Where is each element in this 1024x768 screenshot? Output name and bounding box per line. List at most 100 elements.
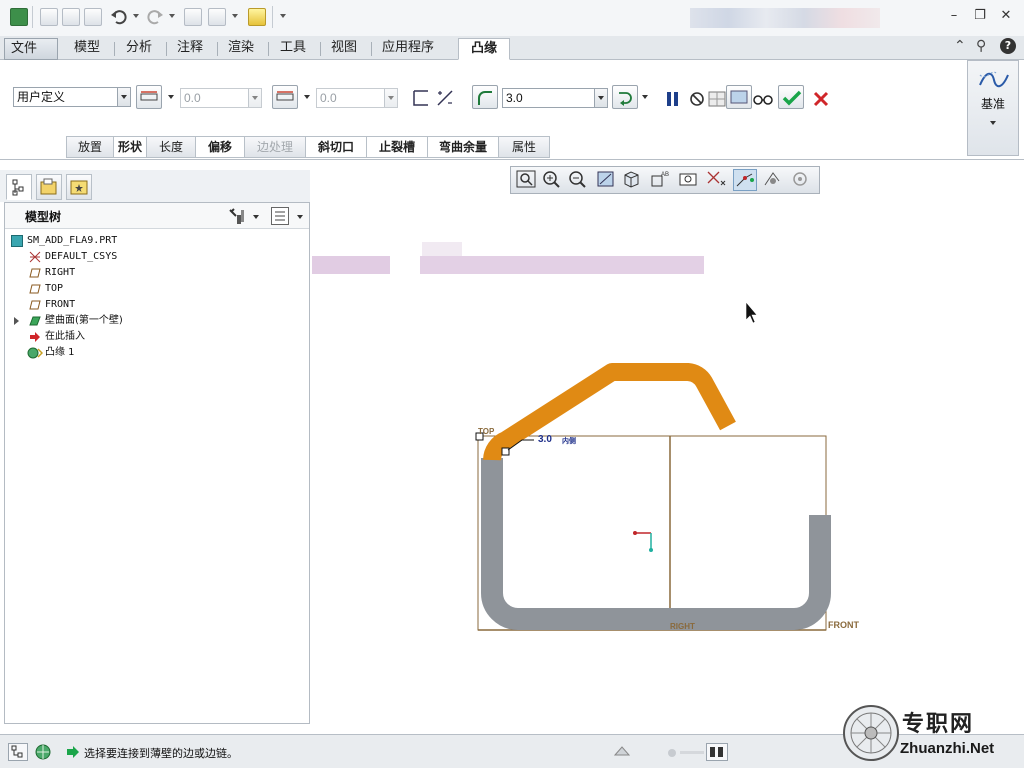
zoom-in-icon[interactable]: [541, 169, 565, 191]
graphics-area[interactable]: TOP RIGHT FRONT 3.0 内侧: [312, 160, 1024, 734]
tab-applications[interactable]: 应用程序: [376, 38, 440, 60]
glasses-preview-icon[interactable]: [752, 88, 774, 110]
close-window-icon[interactable]: [248, 8, 266, 26]
redo-dropdown[interactable]: [169, 14, 175, 18]
help-icon[interactable]: ?: [1000, 38, 1016, 54]
datum-button[interactable]: 基准: [967, 60, 1019, 156]
datum-dropdown[interactable]: [990, 121, 996, 125]
length-end1-input[interactable]: 0.0: [180, 88, 262, 108]
repaint-icon[interactable]: [595, 169, 619, 191]
restore-icon[interactable]: ❐: [970, 6, 990, 26]
preview-mesh-icon[interactable]: [706, 88, 728, 110]
drag-handle[interactable]: [501, 447, 510, 456]
tree-node-label: 壁曲面(第一个壁): [45, 315, 123, 326]
tab-file[interactable]: 文件: [4, 38, 58, 60]
csys-x-end: [633, 531, 637, 535]
show-navigator-icon[interactable]: [8, 743, 28, 761]
tab-view[interactable]: 视图: [325, 38, 363, 60]
regenerate-icon[interactable]: [184, 8, 202, 26]
datum-display-icon[interactable]: [705, 169, 729, 191]
bend-radius-input[interactable]: 3.0: [502, 88, 608, 108]
pause-icon[interactable]: [662, 88, 684, 110]
cancel-x-button[interactable]: [810, 88, 832, 110]
existing-wall-geometry[interactable]: [481, 458, 831, 630]
close-icon[interactable]: ✕: [996, 6, 1016, 26]
length-end2-input[interactable]: 0.0: [316, 88, 398, 108]
tree-settings-icon[interactable]: [227, 207, 247, 225]
tab-analysis[interactable]: 分析: [120, 38, 158, 60]
windows-dropdown[interactable]: [232, 14, 238, 18]
subtab-shape[interactable]: 形状: [113, 136, 147, 158]
tab-tools[interactable]: 工具: [274, 38, 312, 60]
ok-check-button[interactable]: [778, 85, 804, 109]
wall-feature-icon: [29, 316, 41, 326]
undo-icon[interactable]: [110, 8, 128, 26]
model-tree-tab[interactable]: [6, 174, 32, 200]
expand-arrow-icon[interactable]: [14, 317, 19, 325]
radius-side-dropdown[interactable]: [642, 95, 648, 99]
windows-icon[interactable]: [208, 8, 226, 26]
tree-show-icon[interactable]: [271, 207, 289, 225]
blurred-overlay-text: [420, 256, 704, 274]
subtab-placement[interactable]: 放置: [66, 136, 114, 158]
length-end2-type-icon[interactable]: [272, 85, 298, 109]
annotation-display-icon[interactable]: [761, 169, 785, 191]
bend-radius-dimension[interactable]: 3.0: [538, 434, 552, 445]
graphics-toolbar-icon[interactable]: [612, 743, 632, 761]
bend-radius-icon[interactable]: [472, 85, 498, 109]
chevron-down-icon[interactable]: [117, 88, 130, 106]
subtab-properties[interactable]: 属性: [498, 136, 550, 158]
chevron-down-icon[interactable]: [594, 89, 607, 107]
shape-type-combo[interactable]: 用户定义: [13, 87, 131, 107]
top-datum-plane[interactable]: [477, 435, 827, 631]
model-viewport[interactable]: [312, 160, 1024, 734]
tree-show-dropdown[interactable]: [297, 215, 303, 219]
folder-browser-tab[interactable]: [36, 174, 62, 200]
tab-flange[interactable]: 凸缘: [458, 38, 510, 60]
new-file-icon[interactable]: [40, 8, 58, 26]
filter-icon[interactable]: [706, 743, 728, 761]
customize-toolbar-dropdown[interactable]: [280, 14, 286, 18]
subtab-length[interactable]: 长度: [146, 136, 196, 158]
verify-preview-icon[interactable]: [726, 85, 752, 109]
subtab-miter-cut[interactable]: 斜切口: [305, 136, 367, 158]
undo-dropdown[interactable]: [133, 14, 139, 18]
length-end1-dropdown[interactable]: [168, 95, 174, 99]
chevron-down-icon[interactable]: [248, 89, 261, 107]
search-icon[interactable]: ⚲: [976, 38, 986, 54]
show-browser-icon[interactable]: [32, 743, 54, 761]
no-preview-icon[interactable]: [686, 88, 708, 110]
tab-model[interactable]: 模型: [68, 38, 106, 60]
length-end2-dropdown[interactable]: [304, 95, 310, 99]
redo-icon[interactable]: [146, 8, 164, 26]
refit-icon[interactable]: [515, 169, 539, 191]
save-icon[interactable]: [84, 8, 102, 26]
tab-render[interactable]: 渲染: [222, 38, 260, 60]
subtab-edge-treatment[interactable]: 边处理: [244, 136, 306, 158]
minimize-icon[interactable]: –: [944, 6, 964, 26]
subtab-bend-allowance[interactable]: 弯曲余量: [427, 136, 499, 158]
spin-center-icon[interactable]: [789, 169, 813, 191]
subtab-offset[interactable]: 偏移: [195, 136, 245, 158]
bend-radius-side-label: 内侧: [562, 437, 576, 445]
display-style-icon[interactable]: [621, 169, 645, 191]
zoom-out-icon[interactable]: [567, 169, 591, 191]
view-manager-icon[interactable]: [677, 169, 701, 191]
datum-points-icon[interactable]: [733, 169, 757, 191]
watermark-text: 专职网: [902, 711, 975, 737]
flange-preview-geometry[interactable]: [483, 363, 736, 461]
open-file-icon[interactable]: [62, 8, 80, 26]
collapse-ribbon-icon[interactable]: ⌃: [954, 38, 966, 54]
tree-node-label: 凸缘 1: [45, 347, 75, 358]
flip-direction-icon[interactable]: [434, 87, 456, 109]
thicken-side-icon[interactable]: [410, 87, 432, 109]
tree-settings-dropdown[interactable]: [253, 215, 259, 219]
length-end1-type-icon[interactable]: [136, 85, 162, 109]
chevron-down-icon[interactable]: [384, 89, 397, 107]
subtab-relief[interactable]: 止裂槽: [366, 136, 428, 158]
favorites-tab[interactable]: [66, 174, 92, 200]
radius-side-icon[interactable]: [612, 85, 638, 109]
saved-orientations-icon[interactable]: AB: [649, 169, 673, 191]
tab-separator: [268, 42, 269, 56]
tab-annotate[interactable]: 注释: [171, 38, 209, 60]
